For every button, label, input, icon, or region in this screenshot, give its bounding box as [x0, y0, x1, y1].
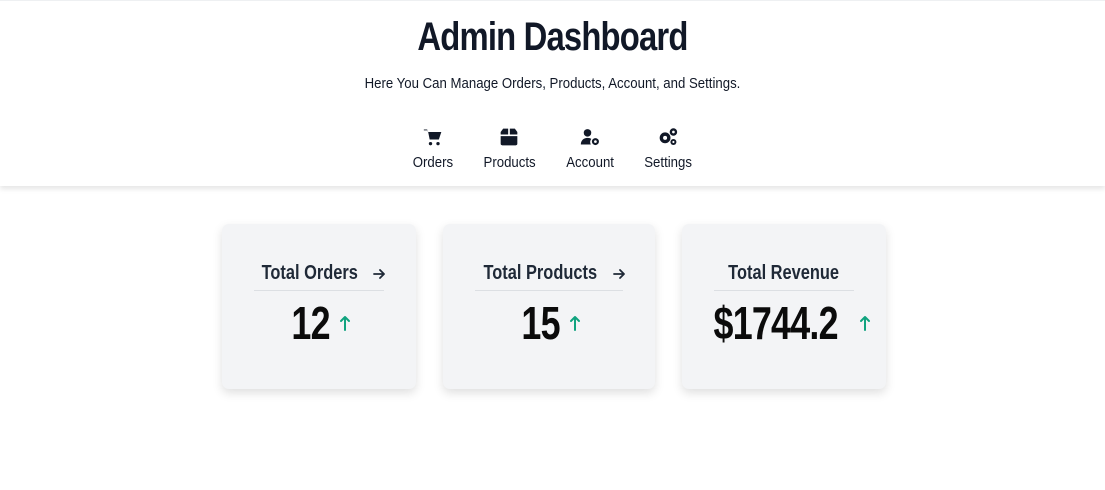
arrow-right-icon[interactable] [372, 267, 387, 281]
stat-card-orders[interactable]: Total Orders 12 [222, 224, 416, 389]
arrow-up-icon [338, 314, 352, 332]
gears-icon [657, 126, 679, 148]
card-value: 15 [521, 297, 561, 349]
card-value-row: 15 [443, 297, 655, 349]
nav-item-orders[interactable]: Orders [410, 126, 456, 171]
nav-label: Orders [412, 154, 453, 171]
page-title: Admin Dashboard [417, 15, 688, 59]
nav-item-account[interactable]: Account [563, 126, 617, 171]
card-value: 12 [291, 297, 331, 349]
card-header: Total Orders [254, 257, 387, 291]
card-value-row: 12 [222, 297, 416, 349]
arrow-right-icon[interactable] [613, 267, 627, 281]
card-title: Total Orders [261, 262, 359, 284]
box-icon [498, 126, 520, 148]
nav-item-settings[interactable]: Settings [641, 126, 695, 171]
card-title: Total Revenue [728, 262, 840, 284]
nav-label: Account [566, 154, 614, 171]
arrow-up-icon [858, 314, 872, 332]
user-gear-icon [579, 126, 601, 148]
nav-label: Products [483, 154, 536, 171]
card-title: Total Products [483, 262, 597, 284]
nav-bar: Orders Products Account Settings [0, 126, 1105, 171]
card-header: Total Products [475, 257, 626, 291]
stat-card-revenue[interactable]: Total Revenue $1744.2 [682, 224, 886, 389]
dashboard-header: Admin Dashboard Here You Can Manage Orde… [0, 0, 1105, 186]
card-value-row: $1744.2 [682, 297, 886, 349]
page-subtitle: Here You Can Manage Orders, Products, Ac… [364, 75, 741, 92]
cart-icon [422, 126, 444, 148]
nav-item-products[interactable]: Products [480, 126, 539, 171]
stat-card-products[interactable]: Total Products 15 [443, 224, 655, 389]
card-header: Total Revenue [714, 257, 854, 291]
card-value: $1744.2 [713, 297, 839, 349]
arrow-up-icon [568, 314, 582, 332]
nav-label: Settings [644, 154, 692, 171]
